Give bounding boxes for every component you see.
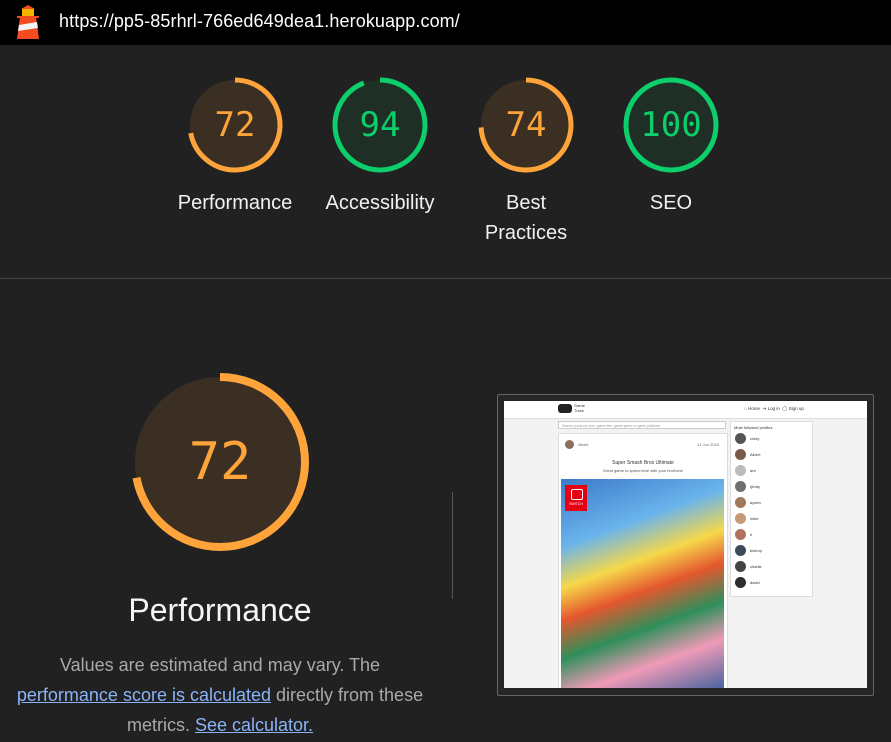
performance-title: Performance [128,592,312,628]
desc-text: directly from these [276,685,424,705]
thumb-navbar: Game Track ⌂ Home ⇥ Log in ◯ Sign up [504,401,867,419]
gauge-score: 100 [640,105,702,145]
gamepad-icon [558,404,572,413]
user-icon: ◯ [782,406,788,411]
thumb-profile-item: rjbray [735,481,810,492]
thumb-nav-login: Log in [767,406,780,411]
thumb-post-date: 11 Jun 2024 [697,442,719,447]
thumb-profile-name: david [750,580,760,585]
avatar [735,513,746,524]
thumb-profile-name: mike [750,516,759,521]
gauge-label-performance: Performance [177,192,293,214]
thumb-profile-name: charlie [750,564,762,569]
avatar [735,433,746,444]
thumb-search-input: Search posts by user, game title, game g… [558,421,726,429]
avatar [735,529,746,540]
thumb-post-subtitle: Great game to spend time with your broth… [602,468,684,473]
avatar [735,561,746,572]
thumb-post-owner: Albert [578,442,589,447]
thumb-nav-links: ⌂ Home ⇥ Log in ◯ Sign up [744,406,804,412]
url-bar: https://pp5-85rhrl-766ed649dea1.herokuap… [0,0,891,45]
thumb-profile-item: david [735,577,810,588]
thumb-sidebar-title: Most followed profiles [734,425,773,430]
final-screenshot: Game Track ⌂ Home ⇥ Log in ◯ Sign up Sea… [504,401,867,688]
thumb-profile-name: ayden [750,500,761,505]
see-calculator-link[interactable]: See calculator. [195,715,313,735]
avatar [735,545,746,556]
login-icon: ⇥ [762,406,767,411]
avatar [735,577,746,588]
gauge-score: 72 [214,105,256,145]
gauge-label-best-practices: Best Practices [446,188,606,248]
thumb-logo-line: Track [574,408,584,413]
avatar [735,465,746,476]
avatar [565,440,574,449]
thumb-profile-name: Albert [750,452,761,457]
thumb-nav-home: Home [747,406,760,411]
page-url[interactable]: https://pp5-85rhrl-766ed649dea1.herokuap… [59,11,460,32]
thumb-post-card: Albert 11 Jun 2024 Super Smash Bros Ulti… [558,433,728,688]
gauge-score: 74 [505,105,547,145]
gauge-performance[interactable]: 72 [185,75,285,175]
thumb-most-followed: Most followed profiles cindy Albert ant … [730,421,813,597]
gauge-label-seo: SEO [649,192,693,214]
thumb-logo-text: Game Track [574,403,585,413]
thumb-profile-name: rjbray [750,484,761,489]
thumb-nav-signup: Sign up [788,406,804,411]
thumb-profile-name: cindy [750,436,760,441]
gauge-best-practices[interactable]: 74 [476,75,576,175]
thumb-profile-item: Albert [735,449,810,460]
score-calculated-link[interactable]: performance score is calculated [17,685,271,705]
home-icon: ⌂ [744,406,747,411]
gauge-seo[interactable]: 100 [621,75,721,175]
section-divider [0,278,891,279]
thumb-post-title: Super Smash Bros Ultimate [612,460,674,466]
thumb-profile-name: ant [750,468,756,473]
thumb-profile-item: bishop [735,545,810,556]
gauge-label-accessibility: Accessibility [325,192,435,214]
desc-text: metrics. [126,715,190,735]
thumb-profile-item: ayden [735,497,810,508]
lighthouse-icon [17,5,39,39]
gauge-label-line: Best [505,192,547,214]
switch-badge-text: SWITCH [569,502,583,506]
avatar [735,481,746,492]
thumb-profile-name: ri [750,532,753,537]
thumb-profile-item: ant [735,465,810,476]
thumb-profile-name: bishop [750,548,762,553]
thumb-profile-item: mike [735,513,810,524]
avatar [735,497,746,508]
game-cover-image: SWITCH [561,479,724,688]
thumb-profile-item: charlie [735,561,810,572]
vertical-divider [452,492,453,599]
switch-logo: SWITCH [565,485,587,511]
thumb-profile-item: ri [735,529,810,540]
gauge-label-line: Practices [484,222,568,244]
desc-text: Values are estimated and may vary. The [59,655,381,675]
performance-description: Values are estimated and may vary. The p… [10,650,430,740]
performance-score: 72 [188,432,252,492]
avatar [735,449,746,460]
gauge-score: 94 [359,105,401,145]
gauge-accessibility[interactable]: 94 [330,75,430,175]
thumb-profile-item: cindy [735,433,810,444]
